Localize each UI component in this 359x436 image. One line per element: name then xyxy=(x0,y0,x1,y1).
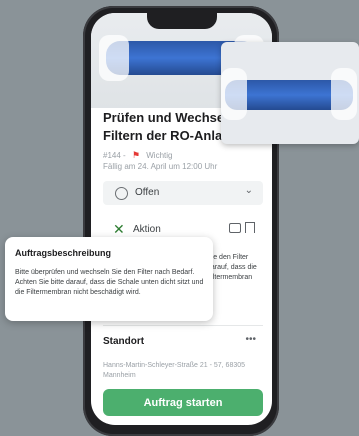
location-address: Hanns-Martin-Schleyer-Straße 21 - 57, 68… xyxy=(103,362,246,379)
popup-text: Bitte überprüfen und wechseln Sie den Fi… xyxy=(15,269,204,296)
zoom-cap-right xyxy=(331,68,357,120)
start-order-button[interactable]: Auftrag starten xyxy=(103,389,263,416)
description-peek-line2: darauf, dass die xyxy=(207,264,257,271)
description-popup: Auftragsbeschreibung Bitte überprüfen un… xyxy=(5,237,213,321)
circle-icon xyxy=(115,187,128,200)
filter-cap-left xyxy=(99,35,129,81)
description-peek: Sie den Filter darauf, dass die Filterme… xyxy=(207,253,272,283)
task-priority: Wichtig xyxy=(146,151,173,160)
flag-icon: ⚑ xyxy=(131,150,141,160)
chevron-down-icon: ⌄ xyxy=(244,185,253,196)
task-separator: - xyxy=(123,151,126,160)
zoom-cap-left xyxy=(221,68,247,120)
bookmark-icon[interactable] xyxy=(245,222,255,233)
task-meta: #144 - ⚑ Wichtig xyxy=(103,150,172,161)
description-peek-line3: Filtermembran xyxy=(207,274,253,281)
description-peek-line1: Sie den Filter xyxy=(207,254,249,261)
task-id: #144 xyxy=(103,151,121,160)
popup-title: Auftragsbeschreibung xyxy=(15,248,112,258)
status-select[interactable]: Offen ⌄ xyxy=(103,181,263,205)
phone-notch xyxy=(146,13,217,29)
location-title: Standort xyxy=(103,336,145,347)
comment-icon[interactable] xyxy=(229,223,241,233)
task-due: Fällig am 24. April um 12:00 Uhr xyxy=(103,162,218,171)
tools-icon: ✕ xyxy=(113,221,125,237)
action-label: Aktion xyxy=(133,224,161,235)
divider xyxy=(103,325,263,326)
status-label: Offen xyxy=(135,187,160,198)
more-dots-icon[interactable]: ••• xyxy=(245,334,256,345)
task-title: Prüfen und Wechseln Filtern der RO-Anlag… xyxy=(103,110,238,143)
equipment-zoom-inset xyxy=(221,42,359,144)
